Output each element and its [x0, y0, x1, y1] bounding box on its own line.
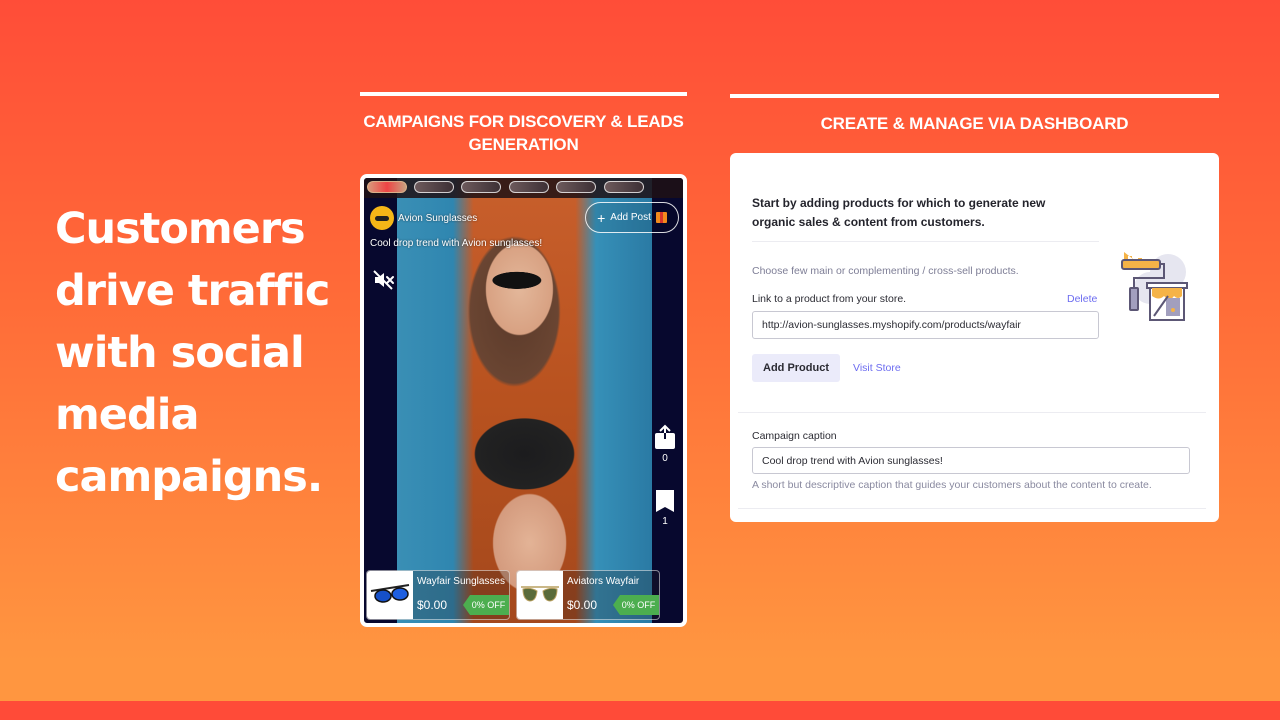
add-post-label: Add Post	[610, 212, 651, 223]
campaign-caption-input[interactable]	[752, 447, 1190, 474]
bottom-band	[0, 701, 1280, 720]
avatar	[370, 206, 394, 230]
product-card[interactable]: Aviators Wayfair $0.00 0% OFF	[516, 570, 660, 620]
headline: Customers drive traffic with social medi…	[55, 198, 355, 508]
caption-help-text: A short but descriptive caption that gui…	[752, 479, 1152, 491]
campaign-caption-label: Campaign caption	[752, 430, 837, 442]
section-title-campaigns: CAMPAIGNS FOR DISCOVERY & LEADS GENERATI…	[363, 112, 684, 154]
add-post-button[interactable]: + Add Post	[585, 202, 679, 233]
share-count: 0	[662, 453, 668, 464]
story-thumbnail[interactable]	[604, 181, 644, 193]
divider	[738, 412, 1206, 413]
bookmark-icon	[656, 490, 674, 512]
product-name: Wayfair Sunglasses	[417, 576, 505, 587]
product-card[interactable]: Wayfair Sunglasses $0.00 0% OFF	[366, 570, 510, 620]
headline-line: with social	[55, 328, 305, 378]
section-divider-left	[360, 92, 687, 96]
product-name: Aviators Wayfair	[567, 576, 640, 587]
visit-store-link[interactable]: Visit Store	[853, 362, 901, 374]
story-thumbnail[interactable]	[556, 181, 596, 193]
campaign-preview: Avion Sunglasses + Add Post Cool drop tr…	[360, 174, 687, 627]
mute-icon[interactable]	[372, 268, 396, 292]
story-thumbnail[interactable]	[367, 181, 407, 193]
bookmark-count: 1	[662, 516, 668, 527]
paint-roller-illustration	[1121, 252, 1188, 321]
discount-badge: 0% OFF	[613, 595, 659, 615]
bookmark-action[interactable]: 1	[652, 489, 678, 527]
story-thumbnail[interactable]	[509, 181, 549, 193]
aviator-image	[521, 586, 559, 602]
share-icon	[655, 424, 675, 449]
divider	[752, 241, 1099, 242]
post-caption: Cool drop trend with Avion sunglasses!	[370, 238, 543, 249]
section-divider-right	[730, 94, 1219, 98]
sunglasses-image	[370, 584, 410, 603]
headline-line: Customers	[55, 204, 306, 254]
share-action[interactable]: 0	[652, 424, 678, 464]
add-product-button[interactable]: Add Product	[752, 354, 840, 382]
dashboard-intro: Start by adding products for which to ge…	[752, 196, 1046, 229]
story-thumbnail[interactable]	[414, 181, 454, 193]
headline-line: campaigns.	[55, 452, 323, 502]
divider	[738, 508, 1206, 509]
product-hint: Choose few main or complementing / cross…	[752, 265, 1019, 277]
section-title-dashboard: CREATE & MANAGE VIA DASHBOARD	[820, 114, 1129, 133]
account-name: Avion Sunglasses	[398, 212, 478, 224]
sunglasses-emoji-icon	[375, 215, 389, 221]
account-row[interactable]: Avion Sunglasses	[370, 205, 477, 231]
delete-link[interactable]: Delete	[1067, 293, 1097, 305]
gift-icon	[655, 212, 667, 223]
plus-icon: +	[597, 209, 606, 226]
product-thumbnail	[517, 571, 563, 619]
story-thumbnail[interactable]	[461, 181, 501, 193]
product-price: $0.00	[567, 598, 598, 612]
dashboard-card: Start by adding products for which to ge…	[730, 153, 1219, 522]
product-url-input[interactable]	[752, 311, 1099, 339]
product-thumbnail	[367, 571, 413, 619]
stories-bar	[364, 178, 683, 198]
discount-badge: 0% OFF	[463, 595, 509, 615]
product-link-label: Link to a product from your store.	[752, 293, 907, 305]
headline-line: media	[55, 390, 200, 440]
product-price: $0.00	[417, 598, 448, 612]
headline-line: drive traffic	[55, 266, 330, 316]
